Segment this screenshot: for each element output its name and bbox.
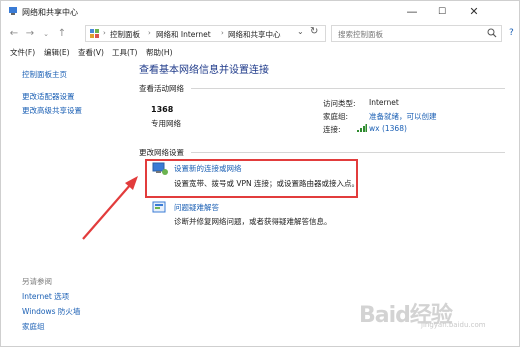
annotation-arrow — [82, 176, 138, 240]
watermark-sub: jingyan.baidu.com — [421, 321, 486, 329]
window: 网络和共享中心 — ☐ ✕ ← → ⌄ ↑ › 控制面板 › 网络和 Inter… — [0, 0, 520, 347]
